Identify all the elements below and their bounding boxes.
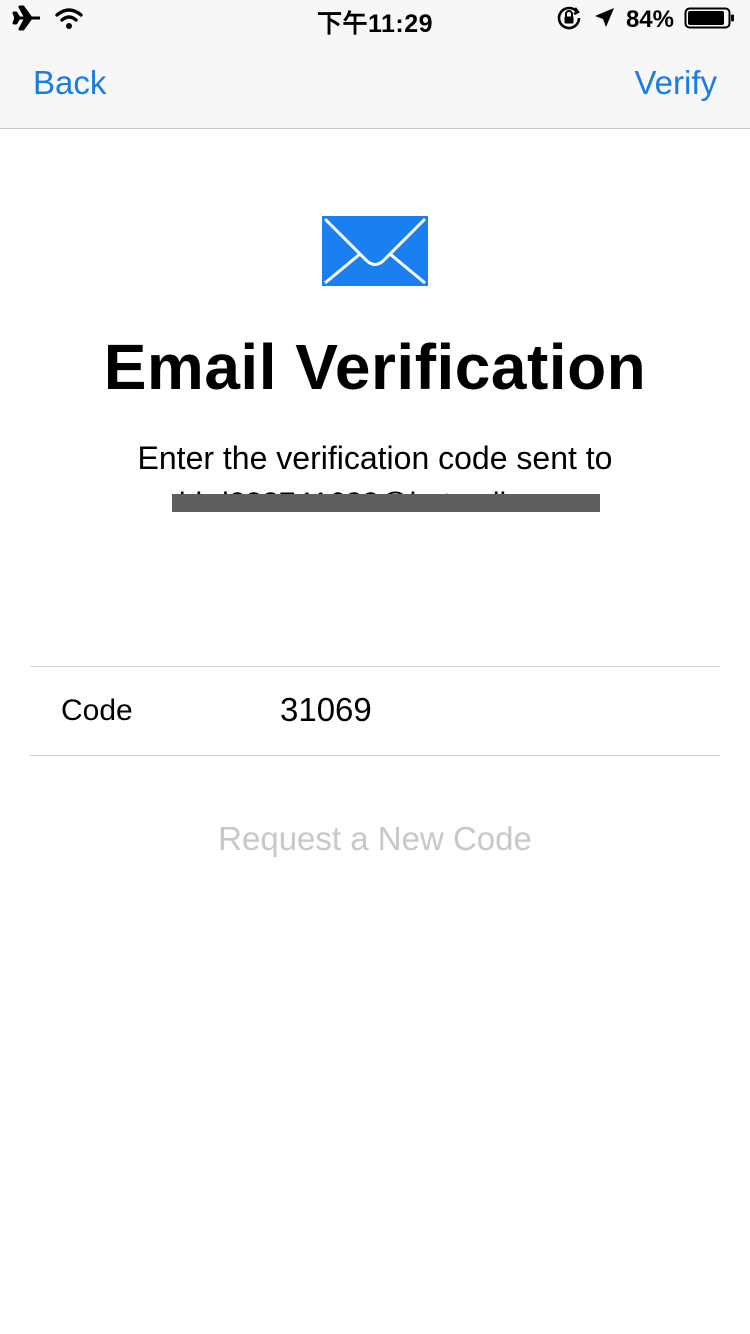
code-field-row: Code	[30, 666, 720, 756]
redaction-bar	[172, 494, 600, 512]
battery-percent: 84%	[625, 6, 674, 33]
location-arrow-icon	[592, 6, 616, 35]
navigation-bar: Back Verify	[0, 40, 750, 129]
request-new-code-button[interactable]: Request a New Code	[0, 820, 750, 858]
page-title: Email Verification	[103, 331, 647, 403]
status-bar: 下午11:29 84%	[0, 0, 750, 40]
orientation-lock-icon	[556, 5, 582, 36]
status-right: 84%	[556, 6, 736, 34]
back-button[interactable]: Back	[33, 64, 106, 102]
code-label: Code	[61, 694, 133, 727]
envelope-icon	[322, 216, 428, 286]
email-verification-screen: 下午11:29 84% Back Verify Email Verificati…	[0, 0, 750, 1334]
instruction-text: Enter the verification code sent to	[137, 440, 613, 476]
verify-button[interactable]: Verify	[634, 64, 717, 102]
battery-icon	[684, 6, 736, 35]
code-input[interactable]	[280, 685, 700, 735]
